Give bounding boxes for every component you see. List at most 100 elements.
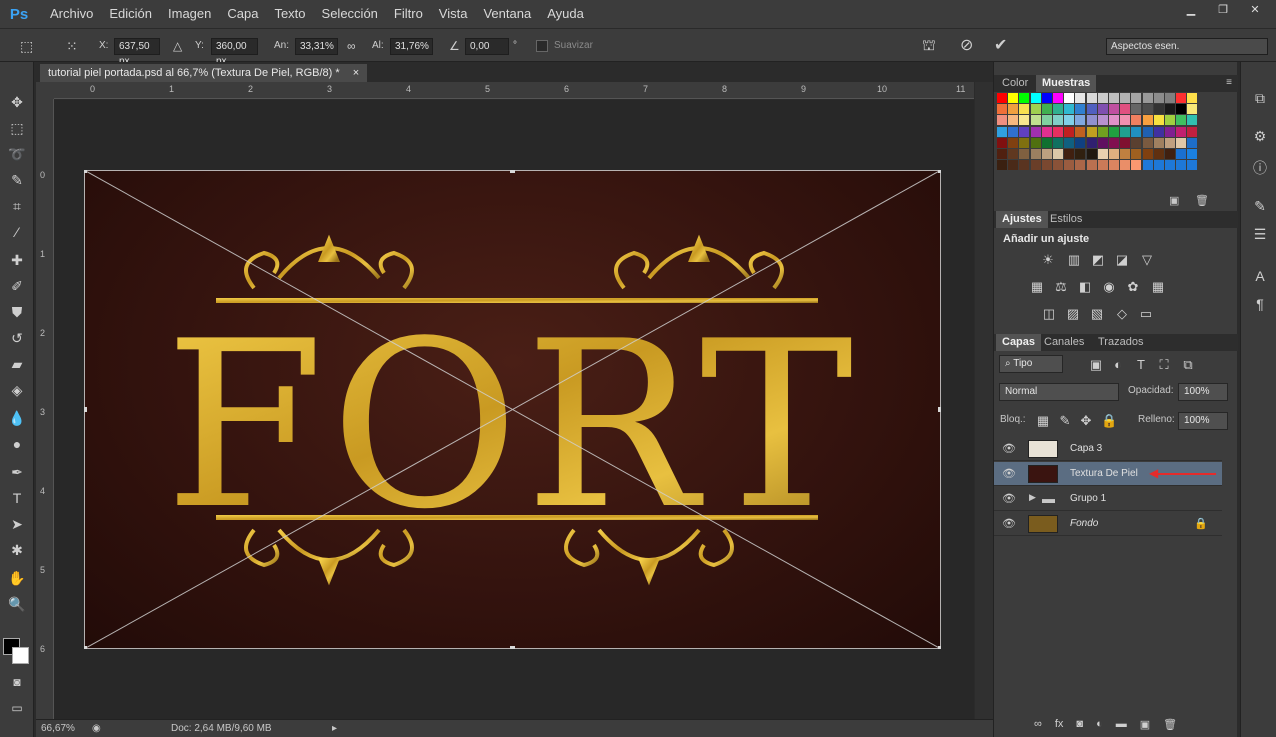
swatch[interactable]: [1053, 126, 1063, 137]
swatch[interactable]: [1019, 115, 1030, 126]
opacity-field[interactable]: 100%: [1178, 383, 1228, 401]
filter-pixel-icon[interactable]: ▣: [1088, 358, 1104, 372]
swatch[interactable]: [1086, 115, 1097, 126]
fx-icon[interactable]: fx: [1055, 718, 1064, 737]
commit-icon[interactable]: ✔: [994, 29, 1007, 63]
swatch[interactable]: [1064, 104, 1075, 115]
swatch[interactable]: [1165, 126, 1175, 137]
eye-icon[interactable]: 👁: [1002, 442, 1016, 456]
menu-ayuda[interactable]: Ayuda: [539, 0, 592, 28]
swatch[interactable]: [1165, 160, 1175, 171]
swatch[interactable]: [1176, 126, 1187, 137]
eyedropper-tool-icon[interactable]: ⁄: [6, 222, 28, 242]
swatch[interactable]: [1008, 126, 1019, 137]
height-field[interactable]: 31,76%: [390, 38, 433, 55]
swatch[interactable]: [1019, 93, 1030, 103]
workspace-select[interactable]: Aspectos esen.: [1106, 38, 1268, 55]
swatch[interactable]: [1176, 93, 1187, 103]
swatch[interactable]: [1064, 137, 1075, 148]
swatch[interactable]: [1097, 149, 1108, 159]
pen-tool-icon[interactable]: ✒: [6, 462, 28, 482]
properties-icon[interactable]: ⚙: [1251, 128, 1269, 146]
color-lookup-icon[interactable]: ▦: [1150, 280, 1166, 294]
swatch[interactable]: [997, 115, 1007, 126]
swatch[interactable]: [1019, 149, 1030, 159]
swatch[interactable]: [1187, 104, 1198, 115]
eye-icon[interactable]: 👁: [1002, 517, 1016, 531]
swatch[interactable]: [1030, 104, 1041, 115]
swatch[interactable]: [1053, 104, 1063, 115]
swatch[interactable]: [1131, 137, 1142, 148]
posterize-icon[interactable]: ▨: [1065, 307, 1081, 321]
paragraph-icon[interactable]: ¶: [1251, 296, 1269, 314]
swatch[interactable]: [1097, 137, 1108, 148]
swatch[interactable]: [1075, 160, 1086, 171]
delete-swatch-icon[interactable]: 🗑: [1195, 194, 1209, 207]
swatch[interactable]: [1165, 104, 1175, 115]
swatch[interactable]: [1165, 149, 1175, 159]
swatch[interactable]: [1109, 115, 1119, 126]
swatch[interactable]: [1131, 126, 1142, 137]
swatch[interactable]: [1142, 126, 1153, 137]
background-color-swatch[interactable]: [12, 647, 29, 664]
swatch[interactable]: [1053, 149, 1063, 159]
swatch[interactable]: [1041, 160, 1052, 171]
swatch[interactable]: [1064, 115, 1075, 126]
swatch[interactable]: [1142, 137, 1153, 148]
paint-bucket-tool-icon[interactable]: ◈: [6, 380, 28, 400]
layer-filter-select[interactable]: ⌕ Tipo: [999, 355, 1063, 373]
swatch[interactable]: [1176, 149, 1187, 159]
tab-canales[interactable]: Canales: [1038, 334, 1090, 351]
swatch[interactable]: [1019, 137, 1030, 148]
hand-tool-icon[interactable]: ✋: [6, 568, 28, 588]
swatch[interactable]: [1030, 160, 1041, 171]
swatch[interactable]: [1086, 93, 1097, 103]
info-icon[interactable]: ⓘ: [1251, 158, 1269, 176]
swatch[interactable]: [1019, 160, 1030, 171]
swatch[interactable]: [997, 93, 1007, 103]
swatch[interactable]: [1142, 149, 1153, 159]
brush-settings-icon[interactable]: ☰: [1251, 226, 1269, 244]
swatch[interactable]: [1064, 160, 1075, 171]
swatch[interactable]: [1153, 160, 1164, 171]
filter-adjust-icon[interactable]: ◐: [1110, 358, 1126, 372]
document-tab[interactable]: tutorial piel portada.psd al 66,7% (Text…: [40, 64, 368, 82]
swatch[interactable]: [1041, 104, 1052, 115]
blur-tool-icon[interactable]: 💧: [6, 408, 28, 428]
swatch[interactable]: [1120, 149, 1131, 159]
delta-icon[interactable]: △: [173, 29, 182, 63]
tab-estilos[interactable]: Estilos: [1044, 211, 1088, 228]
swatch[interactable]: [1165, 93, 1175, 103]
brush-presets-icon[interactable]: ✎: [1251, 198, 1269, 216]
swatch[interactable]: [1109, 126, 1119, 137]
swatch[interactable]: [1109, 104, 1119, 115]
mask-icon[interactable]: ◙: [1076, 718, 1083, 737]
swatch[interactable]: [1187, 149, 1198, 159]
healing-tool-icon[interactable]: ✚: [6, 250, 28, 270]
swatch[interactable]: [1030, 137, 1041, 148]
warp-icon[interactable]: ⛫: [922, 29, 936, 63]
new-swatch-icon[interactable]: ▣: [1169, 194, 1179, 207]
swatch[interactable]: [1109, 149, 1119, 159]
layer-row-fondo[interactable]: 👁 Fondo 🔒: [994, 512, 1222, 536]
filter-type-icon[interactable]: T: [1133, 358, 1149, 372]
swatch[interactable]: [1097, 160, 1108, 171]
swatch[interactable]: [1120, 137, 1131, 148]
swatch[interactable]: [997, 137, 1007, 148]
swatch[interactable]: [1187, 93, 1198, 103]
move-tool-icon[interactable]: ✥: [6, 92, 28, 112]
swatch[interactable]: [1109, 93, 1119, 103]
swatch[interactable]: [1075, 93, 1086, 103]
swatch[interactable]: [1008, 149, 1019, 159]
link-layers-icon[interactable]: ∞: [1034, 718, 1042, 737]
swatch[interactable]: [1120, 115, 1131, 126]
delete-layer-icon[interactable]: 🗑: [1163, 718, 1177, 737]
canvas-area[interactable]: FORT: [54, 100, 974, 719]
crop-tool-icon[interactable]: ⌗: [6, 196, 28, 216]
marquee-tool-icon[interactable]: ⬚: [6, 118, 28, 138]
swatch[interactable]: [1086, 137, 1097, 148]
swatch[interactable]: [1165, 137, 1175, 148]
swatch[interactable]: [1142, 115, 1153, 126]
swatch[interactable]: [1120, 126, 1131, 137]
selective-color-icon[interactable]: ◇: [1114, 307, 1130, 321]
